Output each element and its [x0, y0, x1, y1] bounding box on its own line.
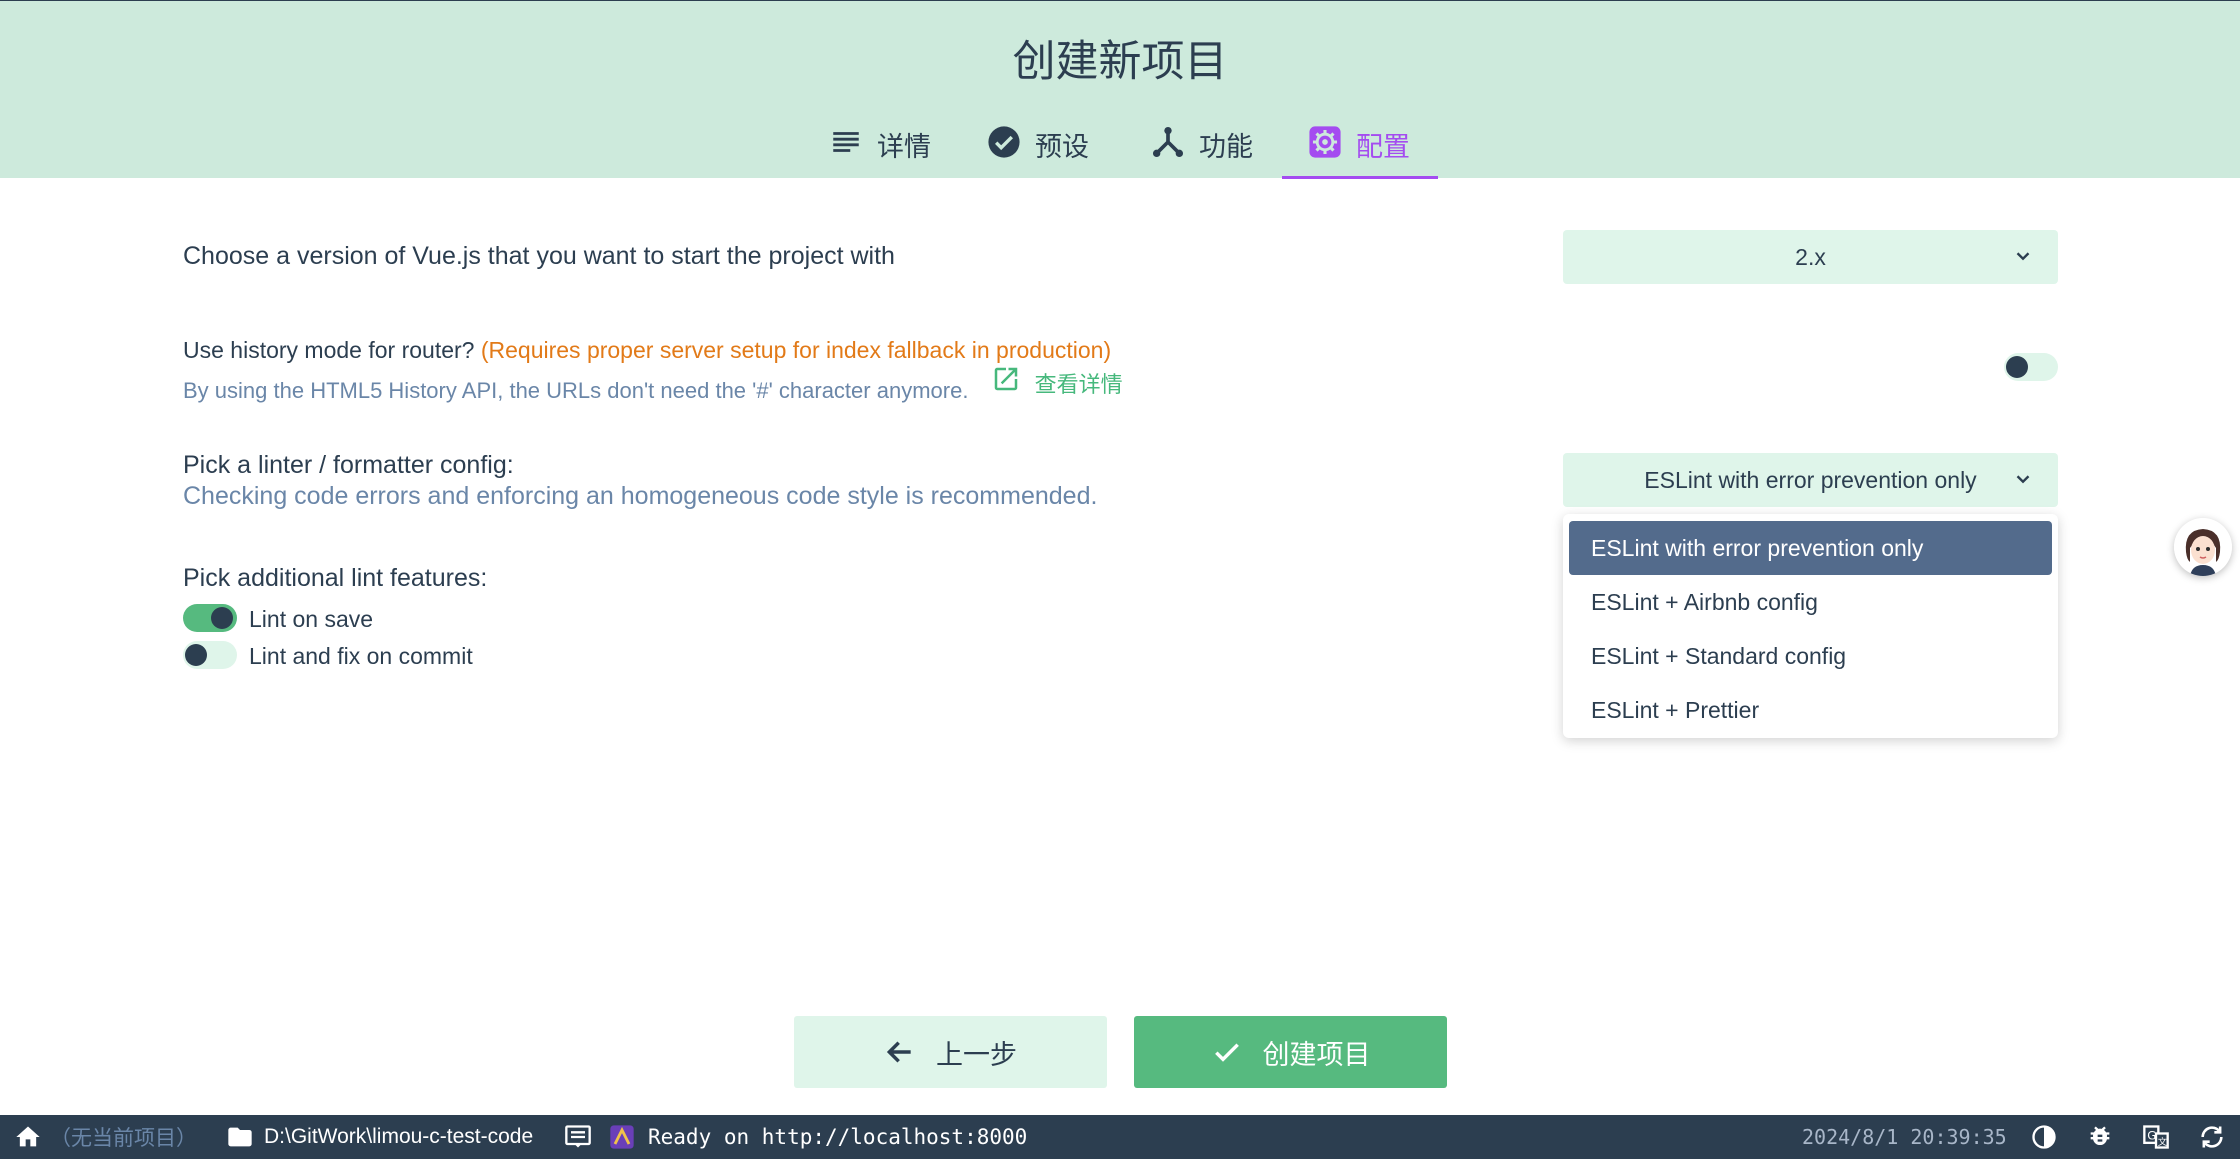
linter-dropdown-menu: ESLint with error prevention only ESLint…: [1563, 514, 2058, 738]
linter-option[interactable]: ESLint + Prettier: [1569, 683, 2052, 737]
check-circle-icon: [988, 126, 1020, 158]
toggle-knob: [2006, 356, 2028, 378]
chevron-down-icon: [2016, 252, 2030, 261]
tab-presets[interactable]: 预设: [987, 117, 1089, 179]
linter-option[interactable]: ESLint + Airbnb config: [1569, 575, 2052, 629]
lint-features-label: Pick additional lint features:: [183, 564, 488, 592]
tab-features[interactable]: 功能: [1151, 117, 1253, 179]
lint-on-save-label: Lint on save: [249, 606, 374, 632]
vue-version-value: 2.x: [1795, 243, 1826, 270]
log-message: Ready on http://localhost:8000: [648, 1125, 1028, 1149]
refresh-button[interactable]: [2198, 1115, 2226, 1159]
linter-label: Pick a linter / formatter config:: [183, 451, 514, 479]
bug-icon: [2090, 1126, 2110, 1146]
create-project-label: 创建项目: [1262, 1039, 1371, 1071]
history-mode-question: Use history mode for router?: [183, 337, 475, 363]
previous-step-label: 上一步: [936, 1039, 1017, 1071]
folder-icon: [228, 1127, 252, 1147]
translate-icon: G文: [2143, 1125, 2169, 1149]
log-status-icon: [610, 1125, 634, 1149]
toggle-knob: [185, 644, 207, 666]
assistant-avatar[interactable]: [2174, 518, 2232, 576]
history-mode-toggle[interactable]: [2004, 353, 2058, 381]
status-bar: （无当前项目） D:\GitWork\limou-c-test-code Rea…: [0, 1115, 2240, 1159]
contrast-icon: [2032, 1125, 2056, 1149]
history-mode-desc-text: By using the HTML5 History API, the URLs…: [183, 378, 969, 403]
tab-label: 预设: [1035, 132, 1089, 163]
log-entry[interactable]: Ready on http://localhost:8000: [608, 1115, 1027, 1159]
active-tab-indicator: [1282, 176, 1438, 179]
page-title: 创建新项目: [1012, 37, 1228, 87]
timestamp: 2024/8/1 20:39:35: [1802, 1125, 2007, 1149]
translate-button[interactable]: G文: [2142, 1115, 2170, 1159]
lint-on-save-toggle[interactable]: [183, 604, 237, 632]
svg-text:文: 文: [2158, 1136, 2167, 1148]
current-project[interactable]: （无当前项目）: [50, 1115, 197, 1159]
lint-fix-commit-toggle[interactable]: [183, 641, 237, 669]
external-link-icon: [994, 367, 1017, 391]
chevron-down-icon: [2016, 475, 2030, 484]
vue-version-select[interactable]: 2.x: [1563, 230, 2058, 284]
more-info-link[interactable]: 查看详情: [991, 367, 1123, 399]
linter-option[interactable]: ESLint + Standard config: [1569, 629, 2052, 683]
header: 创建新项目 详情 预设 功能 配置: [0, 0, 2240, 179]
tab-label: 配置: [1356, 132, 1410, 163]
dark-mode-button[interactable]: [2030, 1115, 2058, 1159]
toggle-knob: [211, 607, 233, 629]
tab-bar: 详情 预设 功能 配置: [0, 117, 2240, 179]
linter-option[interactable]: ESLint with error prevention only: [1569, 521, 2052, 575]
arrow-left-icon: [886, 1041, 911, 1063]
home-button[interactable]: [14, 1115, 42, 1159]
folder-path[interactable]: D:\GitWork\limou-c-test-code: [226, 1115, 533, 1159]
avatar-icon: [2174, 518, 2232, 576]
linter-value: ESLint with error prevention only: [1644, 466, 1977, 493]
home-icon: [16, 1126, 40, 1147]
refresh-icon: [2201, 1126, 2223, 1148]
previous-step-button[interactable]: 上一步: [794, 1016, 1107, 1088]
fork-icon: [1152, 126, 1184, 158]
linter-description: Checking code errors and enforcing an ho…: [183, 482, 1098, 510]
history-mode-warning: (Requires proper server setup for index …: [480, 337, 1112, 363]
more-info-label: 查看详情: [1034, 372, 1123, 397]
history-mode-label: Use history mode for router? (Requires p…: [183, 337, 1111, 364]
lint-fix-commit-label: Lint and fix on commit: [249, 643, 473, 669]
tab-details[interactable]: 详情: [829, 117, 931, 179]
gear-icon: [1309, 126, 1341, 158]
tab-label: 详情: [877, 132, 931, 163]
folder-path-text: D:\GitWork\limou-c-test-code: [264, 1125, 534, 1148]
console-log-button[interactable]: [564, 1115, 592, 1159]
linter-select[interactable]: ESLint with error prevention only: [1563, 453, 2058, 507]
tab-label: 功能: [1199, 132, 1253, 163]
check-icon: [1214, 1043, 1239, 1062]
create-project-button[interactable]: 创建项目: [1134, 1016, 1447, 1088]
vue-version-label: Choose a version of Vue.js that you want…: [183, 242, 895, 270]
list-icon: [833, 132, 859, 152]
history-mode-description: By using the HTML5 History API, the URLs…: [183, 367, 1123, 404]
tab-config[interactable]: 配置: [1282, 117, 1438, 179]
bug-report-button[interactable]: [2086, 1115, 2114, 1159]
console-icon: [565, 1125, 591, 1148]
